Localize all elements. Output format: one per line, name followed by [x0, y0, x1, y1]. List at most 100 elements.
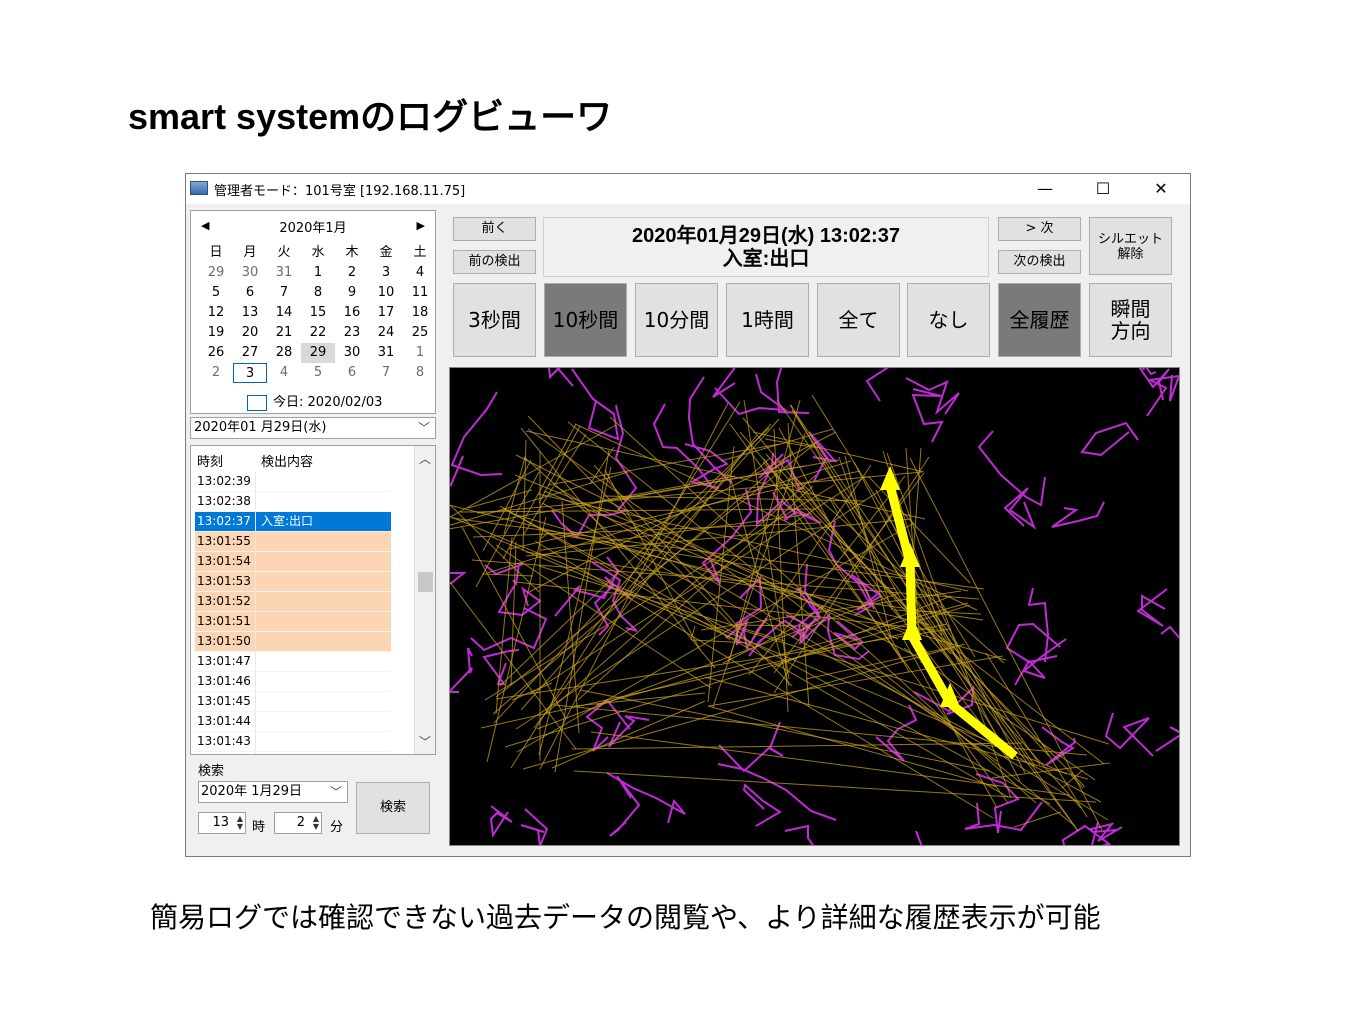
log-row[interactable]: 13:01:44: [195, 712, 391, 732]
scroll-up-icon[interactable]: ︿: [415, 450, 435, 467]
log-row[interactable]: 13:01:55: [195, 532, 391, 552]
log-row[interactable]: 13:02:37 入室:出口: [195, 512, 391, 532]
trajectory-line: [450, 471, 629, 526]
calendar-day[interactable]: 18: [403, 303, 437, 323]
stepper-arrows-icon[interactable]: ▲ ▼: [313, 815, 319, 831]
calendar-day[interactable]: 6: [233, 283, 267, 303]
calendar-day[interactable]: 17: [369, 303, 403, 323]
calendar-day[interactable]: 28: [267, 343, 301, 363]
prev-detect-button[interactable]: 前の検出: [453, 250, 536, 274]
calendar-day[interactable]: 29: [199, 263, 233, 283]
date-select-value: 2020年01 月29日(水): [194, 420, 327, 435]
edge-contour: [609, 775, 641, 837]
calendar-day[interactable]: 1: [403, 343, 437, 363]
next-month-icon[interactable]: ▶: [417, 219, 425, 232]
calendar-day[interactable]: 5: [301, 363, 335, 383]
today-link[interactable]: 今日: 2020/02/03: [247, 391, 382, 411]
silhouette-release-button[interactable]: シルエット 解除: [1089, 217, 1172, 275]
calendar-day[interactable]: 19: [199, 323, 233, 343]
instant-direction-button[interactable]: 瞬間 方向: [1089, 283, 1172, 357]
calendar-day[interactable]: 9: [335, 283, 369, 303]
next-button[interactable]: > 次: [998, 217, 1081, 241]
camera-view[interactable]: [449, 367, 1180, 846]
calendar-day[interactable]: 27: [233, 343, 267, 363]
calendar-day[interactable]: 8: [301, 283, 335, 303]
calendar-day[interactable]: 20: [233, 323, 267, 343]
trajectory-canvas: [450, 368, 1179, 845]
minute-value: 2: [296, 815, 305, 830]
log-time: 13:01:45: [197, 694, 251, 708]
range-10m-button[interactable]: 10分間: [635, 283, 718, 357]
hour-stepper[interactable]: 13 ▲ ▼: [198, 812, 246, 834]
calendar-day[interactable]: 21: [267, 323, 301, 343]
calendar-day[interactable]: 7: [369, 363, 403, 383]
scroll-down-icon[interactable]: ﹀: [415, 733, 435, 750]
edge-contour: [608, 715, 650, 748]
calendar-day[interactable]: 15: [301, 303, 335, 323]
date-select[interactable]: 2020年01 月29日(水) ﹀: [190, 417, 436, 439]
maximize-button[interactable]: ☐: [1074, 174, 1132, 204]
calendar-day[interactable]: 31: [369, 343, 403, 363]
edge-contour: [911, 388, 944, 443]
calendar-day[interactable]: 31: [267, 263, 301, 283]
trajectory-line: [540, 513, 812, 551]
calendar-day[interactable]: 5: [199, 283, 233, 303]
range-all-button[interactable]: 全て: [817, 283, 900, 357]
calendar-day[interactable]: 16: [335, 303, 369, 323]
instant-line1: 瞬間: [1110, 297, 1151, 321]
edge-contour: [1160, 625, 1179, 639]
stepper-arrows-icon[interactable]: ▲ ▼: [237, 815, 243, 831]
range-1h-button[interactable]: 1時間: [726, 283, 809, 357]
log-row[interactable]: 13:01:43: [195, 732, 391, 752]
log-row[interactable]: 13:01:52: [195, 592, 391, 612]
full-history-button[interactable]: 全履歴: [998, 283, 1081, 357]
log-row[interactable]: 13:02:39: [195, 472, 391, 492]
calendar-day[interactable]: 3: [233, 363, 267, 383]
calendar-day[interactable]: 4: [403, 263, 437, 283]
log-row[interactable]: 13:01:42: [195, 752, 391, 754]
calendar-day[interactable]: 25: [403, 323, 437, 343]
calendar-day[interactable]: 7: [267, 283, 301, 303]
calendar-day[interactable]: 1: [301, 263, 335, 283]
calendar-day[interactable]: 11: [403, 283, 437, 303]
calendar-day[interactable]: 14: [267, 303, 301, 323]
search-button[interactable]: 検索: [356, 782, 430, 834]
log-row[interactable]: 13:01:50: [195, 632, 391, 652]
close-button[interactable]: ✕: [1132, 174, 1190, 204]
calendar-day[interactable]: 3: [369, 263, 403, 283]
trajectory-line: [832, 500, 1079, 832]
calendar-day[interactable]: 23: [335, 323, 369, 343]
calendar-day[interactable]: 29: [301, 343, 335, 363]
log-row[interactable]: 13:01:45: [195, 692, 391, 712]
calendar-day[interactable]: 12: [199, 303, 233, 323]
calendar-day[interactable]: 6: [335, 363, 369, 383]
next-detect-button[interactable]: 次の検出: [998, 250, 1081, 274]
search-date-picker[interactable]: 2020年 1月29日 ﹀: [198, 781, 348, 803]
log-row[interactable]: 13:01:46: [195, 672, 391, 692]
calendar-day[interactable]: 24: [369, 323, 403, 343]
calendar-day[interactable]: 2: [199, 363, 233, 383]
scroll-thumb[interactable]: [418, 572, 433, 592]
calendar-day[interactable]: 13: [233, 303, 267, 323]
log-row[interactable]: 13:01:54: [195, 552, 391, 572]
calendar-day[interactable]: 22: [301, 323, 335, 343]
calendar-day[interactable]: 10: [369, 283, 403, 303]
range-3s-button[interactable]: 3秒間: [453, 283, 536, 357]
log-row[interactable]: 13:02:38: [195, 492, 391, 512]
trajectory-line: [579, 689, 991, 772]
log-scrollbar[interactable]: ︿ ﹀: [414, 446, 435, 754]
calendar-day[interactable]: 8: [403, 363, 437, 383]
calendar-day[interactable]: 2: [335, 263, 369, 283]
minute-stepper[interactable]: 2 ▲ ▼: [274, 812, 322, 834]
calendar-day[interactable]: 30: [233, 263, 267, 283]
log-row[interactable]: 13:01:51: [195, 612, 391, 632]
log-row[interactable]: 13:01:47: [195, 652, 391, 672]
minimize-button[interactable]: —: [1016, 174, 1074, 204]
calendar-day[interactable]: 30: [335, 343, 369, 363]
log-row[interactable]: 13:01:53: [195, 572, 391, 592]
calendar-day[interactable]: 4: [267, 363, 301, 383]
calendar-day[interactable]: 26: [199, 343, 233, 363]
range-10s-button[interactable]: 10秒間: [544, 283, 627, 357]
prev-button[interactable]: 前く: [453, 217, 536, 241]
range-none-button[interactable]: なし: [907, 283, 990, 357]
